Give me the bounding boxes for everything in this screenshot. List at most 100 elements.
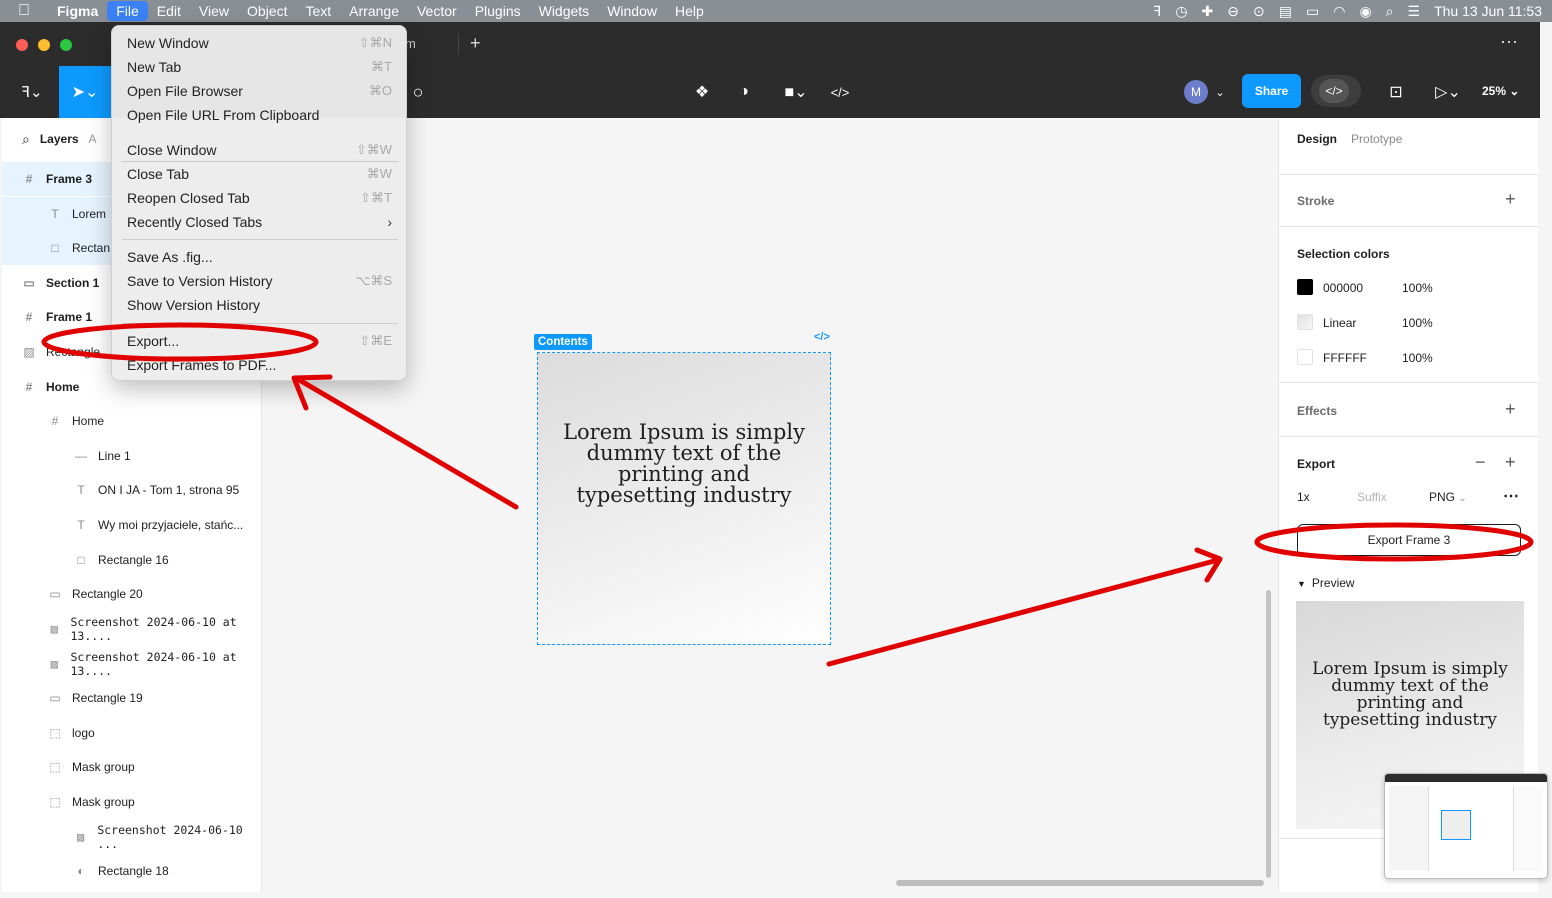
wifi-icon[interactable]: ◠ [1333, 3, 1345, 20]
avatar-chevron-down-icon[interactable]: ⌄ [1212, 66, 1228, 118]
main-menu-icon[interactable]: ꟻ⌄ [12, 66, 52, 118]
menu-view[interactable]: View [190, 0, 238, 22]
share-button[interactable]: Share [1242, 74, 1301, 108]
menu-item[interactable]: Reopen Closed Tab ⇧⌘T [112, 186, 408, 210]
add-stroke-plus-icon[interactable]: + [1505, 189, 1516, 210]
export-more-icon[interactable]: ⋯ [1503, 486, 1519, 506]
screenshot-thumbnail[interactable] [1384, 773, 1548, 879]
present-play-icon[interactable]: ▷⌄ [1428, 66, 1468, 118]
horizontal-scrollbar[interactable] [896, 880, 1264, 886]
dev-mode-toggle[interactable]: </> [1311, 75, 1361, 107]
export-frame-button[interactable]: Export Frame 3 [1297, 524, 1521, 556]
menu-item[interactable]: Close Window ⇧⌘W [112, 138, 408, 162]
contrast-icon[interactable]: ◑ [730, 66, 758, 118]
layer-item[interactable]: ▭ Rectangle 20 [2, 577, 262, 611]
menu-arrange[interactable]: Arrange [340, 0, 408, 22]
color-swatch-black[interactable] [1297, 279, 1313, 295]
plus-app-icon[interactable]: ✚ [1202, 3, 1214, 20]
color-swatch-white[interactable] [1297, 349, 1313, 365]
boolean-groups-icon[interactable]: ■⌄ [776, 66, 816, 118]
do-not-disturb-icon[interactable]: ⊖ [1227, 3, 1239, 20]
menu-item[interactable]: Export... ⇧⌘E [112, 329, 408, 353]
menu-item[interactable]: Recently Closed Tabs › [112, 210, 408, 234]
layer-item[interactable]: ▨ Screenshot 2024-06-10 at 13.... [2, 647, 262, 681]
export-scale-select[interactable]: 1x [1297, 490, 1310, 504]
new-tab-plus-icon[interactable]: + [470, 33, 481, 54]
frame-name-label[interactable]: Contents [534, 334, 592, 350]
comment-tool-icon[interactable]: ○ [404, 66, 432, 118]
menu-app-figma[interactable]: Figma [48, 0, 107, 22]
layer-item[interactable]: ⬚ Mask group [2, 750, 262, 784]
menu-item[interactable]: Save to Version History ⌥⌘S [112, 269, 408, 293]
preview-toggle[interactable]: ▼ Preview [1297, 576, 1355, 590]
tab-layers[interactable]: Layers [40, 132, 79, 146]
battery-icon[interactable]: ▭ [1306, 3, 1319, 20]
menu-widgets[interactable]: Widgets [530, 0, 599, 22]
menu-item[interactable]: Close Tab ⌘W [112, 162, 408, 186]
export-suffix-input[interactable]: Suffix [1357, 490, 1387, 504]
calendar-icon[interactable]: ▤ [1279, 3, 1292, 20]
layer-item[interactable]: — Line 1 [2, 439, 262, 473]
color-name[interactable]: FFFFFF [1323, 351, 1367, 365]
remove-export-minus-icon[interactable]: − [1475, 452, 1486, 473]
vertical-scrollbar[interactable] [1266, 590, 1271, 878]
menu-item[interactable]: Export Frames to PDF... [112, 353, 408, 377]
menu-edit[interactable]: Edit [148, 0, 190, 22]
layer-item[interactable]: T ON I JA - Tom 1, strona 95 [2, 473, 262, 507]
move-tool-icon[interactable]: ➤⌄ [59, 66, 111, 118]
add-effect-plus-icon[interactable]: + [1505, 399, 1516, 420]
add-export-plus-icon[interactable]: + [1505, 452, 1516, 473]
layer-item[interactable]: ◐ Rectangle 18 [2, 854, 262, 888]
menu-file[interactable]: File [107, 1, 148, 21]
tab-design[interactable]: Design [1297, 132, 1337, 146]
layer-item[interactable]: □ Rectangle 16 [2, 543, 262, 577]
menu-help[interactable]: Help [666, 0, 713, 22]
color-opacity[interactable]: 100% [1402, 281, 1433, 295]
color-name[interactable]: Linear [1323, 316, 1356, 330]
menu-vector[interactable]: Vector [408, 0, 466, 22]
timer-icon[interactable]: ◷ [1175, 3, 1187, 20]
user-avatar[interactable]: M [1184, 80, 1208, 104]
color-opacity[interactable]: 100% [1402, 351, 1433, 365]
layer-item[interactable]: ⬚ Mask group [2, 785, 262, 819]
menu-item[interactable]: Open File Browser ⌘O [112, 79, 408, 103]
color-opacity[interactable]: 100% [1402, 316, 1433, 330]
color-swatch-linear[interactable] [1297, 314, 1313, 330]
export-format-select[interactable]: PNG ⌄ [1429, 490, 1467, 504]
control-center-icon[interactable]: ☰ [1408, 3, 1421, 20]
menu-item[interactable]: New Window ⇧⌘N [112, 31, 408, 55]
play-circle-icon[interactable]: ⊙ [1253, 3, 1265, 20]
figma-status-icon[interactable]: ꟻ [1153, 3, 1161, 20]
user-icon[interactable]: ◉ [1359, 3, 1371, 20]
menu-plugins[interactable]: Plugins [466, 0, 530, 22]
menubar-clock[interactable]: Thu 13 Jun 11:53 [1434, 3, 1542, 19]
menu-item[interactable]: Open File URL From Clipboard [112, 103, 408, 127]
tab-assets[interactable]: A [89, 132, 97, 146]
menu-item[interactable]: Save As .fig... [112, 245, 408, 269]
menu-window[interactable]: Window [598, 0, 666, 22]
tab-prototype[interactable]: Prototype [1351, 132, 1402, 146]
menu-item[interactable]: New Tab ⌘T [112, 55, 408, 79]
spotlight-search-icon[interactable]: ⌕ [1386, 3, 1394, 20]
menu-text[interactable]: Text [296, 0, 340, 22]
menu-item[interactable]: Show Version History [112, 293, 408, 317]
more-options-icon[interactable]: ⋯ [1500, 32, 1519, 53]
layer-item[interactable]: ▨ Screenshot 2024-06-10 at 13.... [2, 612, 262, 646]
layer-item[interactable]: ▭ Rectangle 19 [2, 681, 262, 715]
menu-object[interactable]: Object [238, 0, 296, 22]
search-layers-icon[interactable]: ⌕ [22, 131, 30, 148]
code-icon[interactable]: </> [826, 66, 854, 118]
selected-frame[interactable]: Lorem Ipsum is simply dummy text of the … [537, 352, 831, 645]
color-name[interactable]: 000000 [1323, 281, 1363, 295]
apple-menu-icon[interactable]:  [0, 2, 48, 20]
close-window-button[interactable] [16, 39, 28, 51]
layer-item[interactable]: ▨ Screenshot 2024-06-10 ... [2, 820, 262, 854]
layer-item[interactable]: ⬚ logo [2, 716, 262, 750]
library-book-icon[interactable]: ⊡ [1382, 66, 1410, 118]
layer-item[interactable]: T Wy moi przyjaciele, stańc... [2, 508, 262, 542]
component-icon[interactable]: ❖ [688, 66, 716, 118]
minimize-window-button[interactable] [38, 39, 50, 51]
zoom-level[interactable]: 25% ⌄ [1482, 84, 1519, 98]
zoom-window-button[interactable] [60, 39, 72, 51]
layer-item[interactable]: # Home [2, 404, 262, 438]
